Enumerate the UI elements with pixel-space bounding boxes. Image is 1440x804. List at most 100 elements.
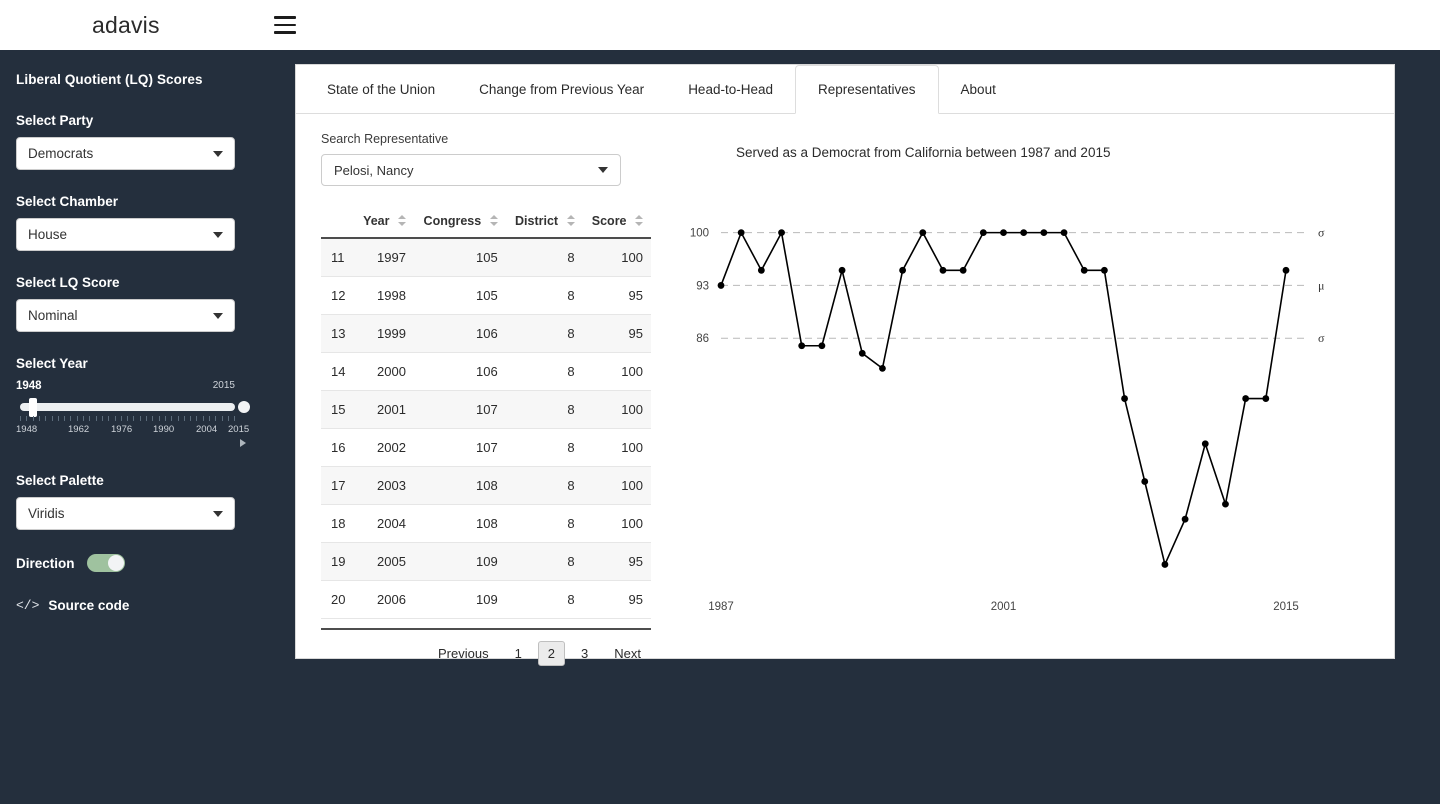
cell-district: 8 (505, 428, 583, 467)
label-select-party: Select Party (16, 113, 94, 128)
chevron-down-icon (213, 231, 223, 238)
year-slider[interactable] (16, 398, 250, 417)
year-slider-ticks (16, 416, 236, 423)
tab-state-of-the-union[interactable]: State of the Union (305, 65, 457, 113)
pagination-previous[interactable]: Previous (428, 641, 499, 666)
y-axis-tick-label: 100 (690, 228, 709, 240)
cell-index: 13 (321, 314, 355, 353)
cell-year: 2003 (354, 466, 414, 505)
cell-score: 100 (582, 352, 651, 391)
col-score[interactable]: Score (582, 208, 651, 239)
data-point[interactable] (1222, 500, 1229, 508)
data-point[interactable] (818, 342, 826, 350)
data-point[interactable] (919, 229, 927, 237)
data-point[interactable] (798, 342, 806, 350)
tab-about[interactable]: About (939, 65, 1018, 113)
scale-tick-1: 1962 (68, 424, 90, 435)
slider-tick (89, 416, 91, 421)
data-point[interactable] (1262, 395, 1270, 402)
year-slider-handle-right[interactable] (238, 401, 250, 413)
slider-tick (146, 416, 147, 421)
data-point[interactable] (959, 266, 967, 274)
label-select-chamber: Select Chamber (16, 194, 119, 209)
data-point[interactable] (899, 266, 907, 274)
data-point[interactable] (879, 364, 886, 372)
right-axis-label: σ (1318, 331, 1325, 345)
tab-head-to-head[interactable]: Head-to-Head (666, 65, 795, 113)
search-representative-input[interactable]: Pelosi, Nancy (321, 154, 621, 186)
chevron-down-icon (213, 510, 223, 517)
cell-district: 8 (505, 390, 583, 429)
data-point[interactable] (1161, 561, 1169, 568)
source-code-link[interactable]: </> Source code (16, 598, 252, 613)
data-point[interactable] (838, 266, 846, 274)
data-point[interactable] (778, 229, 785, 237)
label-select-year: Select Year (16, 356, 88, 371)
year-slider-handle-left[interactable] (29, 398, 37, 417)
data-point[interactable] (717, 282, 725, 289)
cell-index: 18 (321, 504, 355, 543)
code-icon: </> (16, 598, 40, 613)
scores-table-body: 11 1997 105 8 100 12 1998 105 8 95 13 1999 106 8 95 14 2… (321, 238, 651, 619)
data-point[interactable] (979, 229, 987, 237)
search-representative-label: Search Representative (321, 132, 449, 146)
data-point[interactable] (1020, 229, 1028, 237)
data-point[interactable] (939, 266, 947, 274)
x-axis-tick-label: 2015 (1273, 601, 1299, 613)
pagination-page-1[interactable]: 1 (505, 641, 532, 666)
select-party[interactable]: Democrats (16, 137, 235, 170)
field-select-party: Select Party Democrats (16, 113, 252, 170)
tab-representatives[interactable]: Representatives (794, 65, 939, 114)
data-point[interactable] (1000, 229, 1007, 237)
data-point[interactable] (1141, 478, 1149, 485)
slider-tick (164, 416, 166, 421)
select-palette[interactable]: Viridis (16, 497, 235, 530)
col-congress[interactable]: Congress (413, 208, 506, 239)
data-point[interactable] (1282, 266, 1290, 274)
data-point[interactable] (1201, 440, 1209, 448)
cell-year: 2002 (354, 428, 414, 467)
col-district[interactable]: District (505, 208, 583, 239)
hamburger-icon[interactable] (273, 16, 296, 34)
slider-tick (108, 416, 110, 421)
direction-toggle[interactable] (86, 554, 125, 572)
cell-index: 14 (321, 352, 355, 391)
slider-tick (202, 416, 204, 421)
pagination-next[interactable]: Next (604, 641, 651, 666)
select-chamber[interactable]: House (16, 218, 235, 251)
cell-congress: 107 (413, 428, 506, 467)
cell-year: 2004 (354, 504, 414, 543)
data-point[interactable] (1181, 515, 1189, 523)
slider-tick (101, 416, 103, 421)
source-code-label: Source code (48, 598, 130, 613)
sidebar-title: Liberal Quotient (LQ) Scores (16, 72, 203, 87)
sort-icon (397, 215, 406, 226)
data-point[interactable] (858, 349, 866, 357)
year-slider-track (20, 403, 235, 411)
data-point[interactable] (737, 229, 745, 237)
tab-change-from-previous-year[interactable]: Change from Previous Year (457, 65, 666, 113)
data-point[interactable] (757, 266, 765, 274)
col-year-label: Year (363, 214, 390, 228)
data-point[interactable] (1121, 395, 1128, 402)
field-select-lq-score: Select LQ Score Nominal (16, 275, 252, 332)
select-lq-score[interactable]: Nominal (16, 299, 235, 332)
data-point[interactable] (1242, 395, 1250, 402)
table-row: 20 2006 109 8 95 (321, 580, 651, 619)
label-select-palette: Select Palette (16, 473, 104, 488)
col-year[interactable]: Year (354, 208, 414, 239)
data-point[interactable] (1060, 229, 1068, 237)
table-row: 13 1999 106 8 95 (321, 314, 651, 353)
field-select-year: Select Year 1948 2015 1948 1962 1976 199… (16, 356, 252, 447)
cell-score: 100 (582, 390, 651, 429)
play-arrow-icon[interactable] (240, 439, 246, 447)
pagination-page-3[interactable]: 3 (571, 641, 598, 666)
slider-tick (221, 416, 223, 421)
pagination-page-2[interactable]: 2 (537, 641, 566, 666)
data-point[interactable] (1040, 229, 1048, 237)
slider-tick (32, 416, 34, 421)
data-point[interactable] (1080, 266, 1088, 274)
app-brand-title: adavis (92, 11, 160, 38)
data-point[interactable] (1100, 266, 1108, 274)
select-palette-value: Viridis (28, 506, 65, 521)
